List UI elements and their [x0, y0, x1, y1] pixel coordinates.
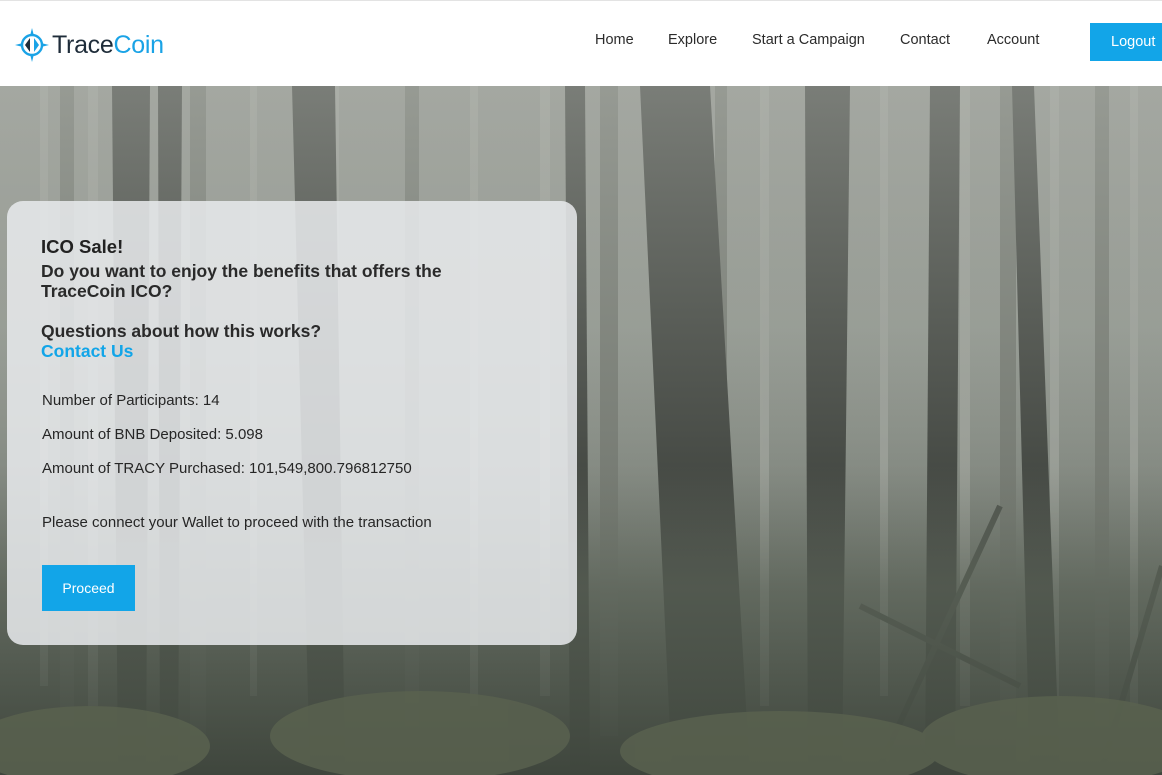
nav-contact-link[interactable]: Contact — [900, 32, 950, 48]
questions-heading: Questions about how this works? — [41, 321, 322, 341]
ico-question-line2: TraceCoin ICO? — [41, 281, 173, 301]
top-navbar: TraceCoin Home Explore Start a Campaign … — [0, 0, 1162, 86]
logout-button[interactable]: Logout — [1090, 23, 1162, 61]
wallet-notice: Please connect your Wallet to proceed wi… — [42, 514, 432, 531]
proceed-button[interactable]: Proceed — [42, 565, 135, 611]
ico-sale-title: ICO Sale! — [41, 236, 124, 257]
participants-count: Number of Participants: 14 — [42, 392, 220, 409]
contact-us-link[interactable]: Contact Us — [41, 341, 551, 361]
tracy-purchased: Amount of TRACY Purchased: 101,549,800.7… — [42, 460, 412, 477]
nav-start-campaign-link[interactable]: Start a Campaign — [752, 32, 865, 48]
ico-sale-card: ICO Sale! Do you want to enjoy the benef… — [7, 201, 577, 645]
nav-account-link[interactable]: Account — [987, 32, 1039, 48]
bnb-deposited: Amount of BNB Deposited: 5.098 — [42, 426, 263, 443]
ico-question-line1: Do you want to enjoy the benefits that o… — [41, 261, 442, 281]
nav-home-link[interactable]: Home — [595, 32, 634, 48]
nav-explore-link[interactable]: Explore — [668, 32, 717, 48]
main-nav: Home Explore Start a Campaign Contact Ac… — [0, 32, 1162, 52]
